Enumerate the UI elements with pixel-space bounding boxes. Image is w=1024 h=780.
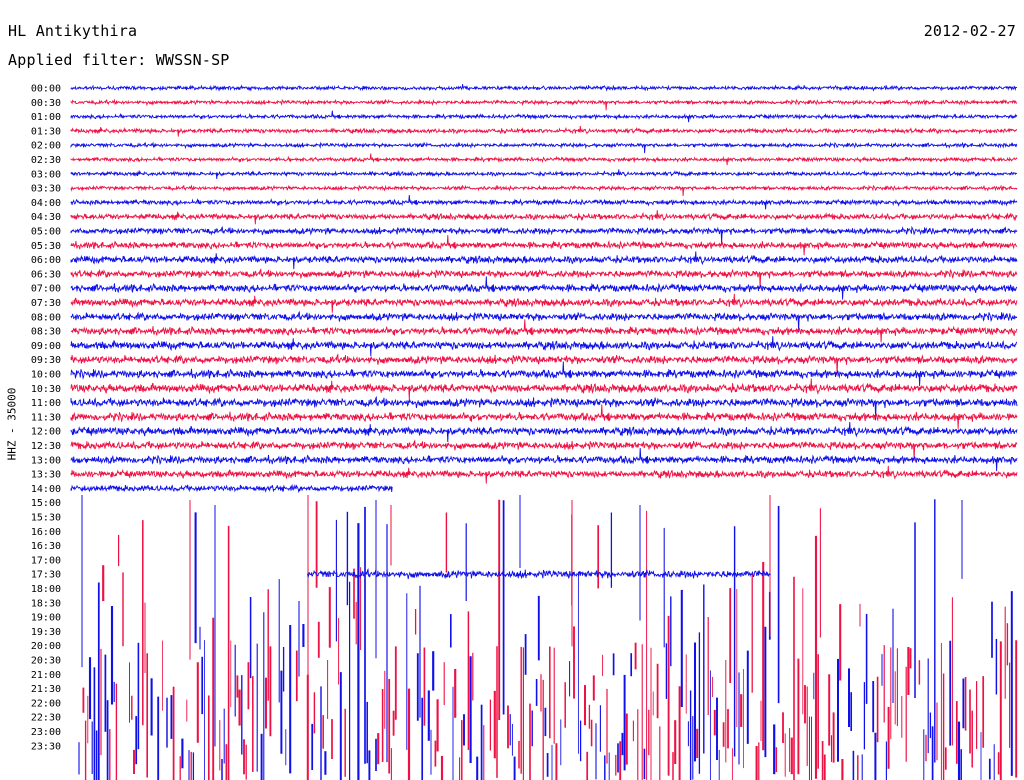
- row-time-label: 12:30: [31, 441, 61, 452]
- row-time-label: 05:00: [31, 227, 61, 238]
- seismic-trace-row: [70, 251, 1018, 270]
- row-time-label: 03:00: [31, 169, 61, 180]
- seismic-trace-row: [70, 225, 1018, 244]
- row-time-label: 04:30: [31, 212, 61, 223]
- row-time-label: 22:30: [31, 713, 61, 724]
- seismic-trace-row: [70, 483, 393, 494]
- row-time-label: 00:00: [31, 84, 61, 95]
- seismic-trace-row: [70, 447, 1018, 472]
- row-time-label: 04:00: [31, 198, 61, 209]
- row-time-label: 21:30: [31, 684, 61, 695]
- row-time-label: 15:00: [31, 498, 61, 509]
- row-time-label: 06:30: [31, 269, 61, 280]
- seismic-trace-row: [70, 378, 1018, 400]
- seismic-trace-row: [70, 194, 1018, 210]
- row-time-label: 10:00: [31, 370, 61, 381]
- seismic-trace-row: [70, 421, 1018, 443]
- row-time-label: 19:30: [31, 627, 61, 638]
- row-time-label: 05:30: [31, 241, 61, 252]
- row-time-label: 01:30: [31, 126, 61, 137]
- row-time-label: 23:00: [31, 727, 61, 738]
- row-time-label: 09:00: [31, 341, 61, 352]
- seismic-trace-row: [70, 293, 1018, 313]
- seismic-trace-row: [70, 361, 1018, 387]
- row-time-label: 08:30: [31, 327, 61, 338]
- row-time-label: 11:00: [31, 398, 61, 409]
- row-time-label: 08:00: [31, 312, 61, 323]
- seismic-trace-row: [70, 125, 1018, 137]
- row-time-label: 20:00: [31, 641, 61, 652]
- seismic-trace-row: [70, 141, 1018, 154]
- row-time-label: 17:30: [31, 570, 61, 581]
- row-time-label: 15:30: [31, 513, 61, 524]
- row-time-label: 17:00: [31, 555, 61, 566]
- row-time-label: 14:00: [31, 484, 61, 495]
- row-time-label: 09:30: [31, 355, 61, 366]
- row-time-label: 13:00: [31, 455, 61, 466]
- seismic-trace-row: [307, 568, 771, 580]
- row-time-label: 16:30: [31, 541, 61, 552]
- row-time-label: 01:00: [31, 112, 61, 123]
- row-time-label: 22:00: [31, 698, 61, 709]
- seismic-trace-row: [70, 210, 1018, 225]
- seismic-trace-row: [70, 184, 1018, 197]
- row-time-label: 16:00: [31, 527, 61, 538]
- row-time-label: 21:00: [31, 670, 61, 681]
- helicorder-plot: 00:00 00:30 01:00 01:30 02:00 02:30 03:00 03:30…: [31, 84, 1018, 780]
- row-time-label: 18:00: [31, 584, 61, 595]
- row-time-label: 06:00: [31, 255, 61, 266]
- row-time-label: 07:00: [31, 284, 61, 295]
- saturated-spike-group: [78, 495, 1018, 780]
- seismic-trace-row: [70, 319, 1018, 343]
- seismic-trace-row: [70, 169, 1018, 179]
- row-time-label: 07:30: [31, 298, 61, 309]
- row-time-label: 02:00: [31, 141, 61, 152]
- row-time-label: 02:30: [31, 155, 61, 166]
- seismic-trace-row: [70, 465, 1018, 484]
- row-time-label: 10:30: [31, 384, 61, 395]
- seismic-trace-row: [70, 336, 1017, 357]
- row-time-label: 20:30: [31, 656, 61, 667]
- row-time-label: 00:30: [31, 98, 61, 109]
- row-time-label: 18:30: [31, 598, 61, 609]
- row-time-label: 23:30: [31, 741, 61, 752]
- seismic-trace-row: [70, 276, 1018, 300]
- row-time-label: 12:00: [31, 427, 61, 438]
- row-time-label: 19:00: [31, 613, 61, 624]
- seismic-trace-row: [70, 153, 1018, 166]
- row-time-label: 11:30: [31, 412, 61, 423]
- seismic-trace-row: [70, 98, 1018, 111]
- seismic-trace-row: [70, 234, 1018, 256]
- row-time-label: 03:30: [31, 184, 61, 195]
- seismic-trace-row: [70, 110, 1018, 123]
- seismic-trace-row: [70, 84, 1017, 92]
- row-time-label: 13:30: [31, 470, 61, 481]
